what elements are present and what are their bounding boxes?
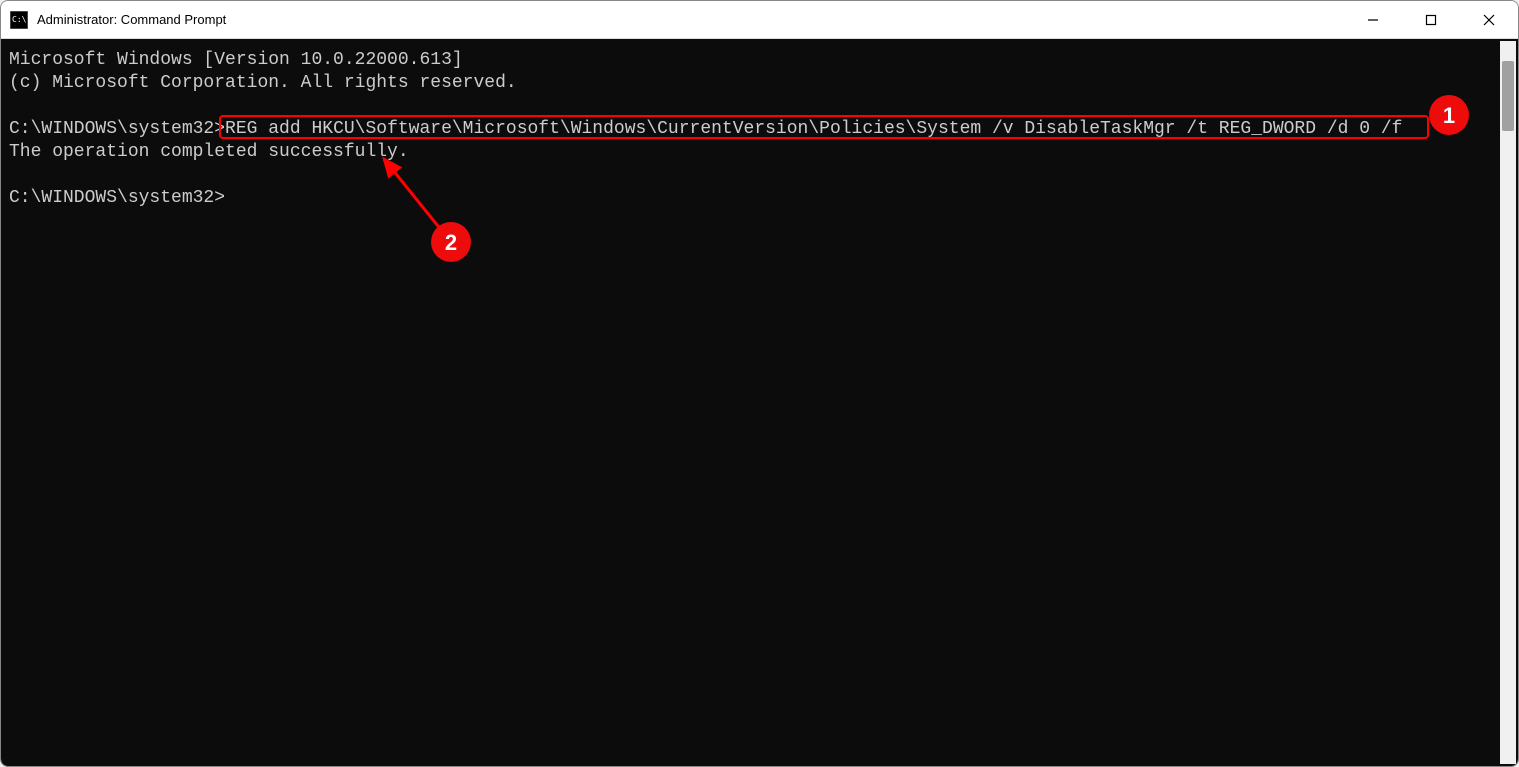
scrollbar[interactable] <box>1500 41 1516 764</box>
scrollbar-thumb[interactable] <box>1502 61 1514 131</box>
terminal-prompt-waiting: C:\WINDOWS\system32> <box>9 187 1510 210</box>
terminal-line-blank <box>9 95 1510 118</box>
titlebar[interactable]: C:\ Administrator: Command Prompt <box>1 1 1518 39</box>
terminal-line-command: C:\WINDOWS\system32>REG add HKCU\Softwar… <box>9 118 1510 141</box>
terminal-area[interactable]: Microsoft Windows [Version 10.0.22000.61… <box>1 39 1518 766</box>
terminal-line-version: Microsoft Windows [Version 10.0.22000.61… <box>9 49 1510 72</box>
annotation-badge-2: 2 <box>431 222 471 262</box>
minimize-button[interactable] <box>1344 1 1402 38</box>
terminal-line-blank2 <box>9 164 1510 187</box>
command-prompt-window: C:\ Administrator: Command Prompt Micros… <box>0 0 1519 767</box>
maximize-button[interactable] <box>1402 1 1460 38</box>
window-title: Administrator: Command Prompt <box>37 12 1344 27</box>
svg-text:C:\: C:\ <box>12 15 27 24</box>
terminal-prompt: C:\WINDOWS\system32> <box>9 119 225 139</box>
cmd-icon: C:\ <box>9 10 29 30</box>
terminal-line-copyright: (c) Microsoft Corporation. All rights re… <box>9 72 1510 95</box>
terminal-command-text: REG add HKCU\Software\Microsoft\Windows\… <box>225 119 1402 139</box>
terminal-line-result: The operation completed successfully. <box>9 141 1510 164</box>
window-controls <box>1344 1 1518 38</box>
close-button[interactable] <box>1460 1 1518 38</box>
